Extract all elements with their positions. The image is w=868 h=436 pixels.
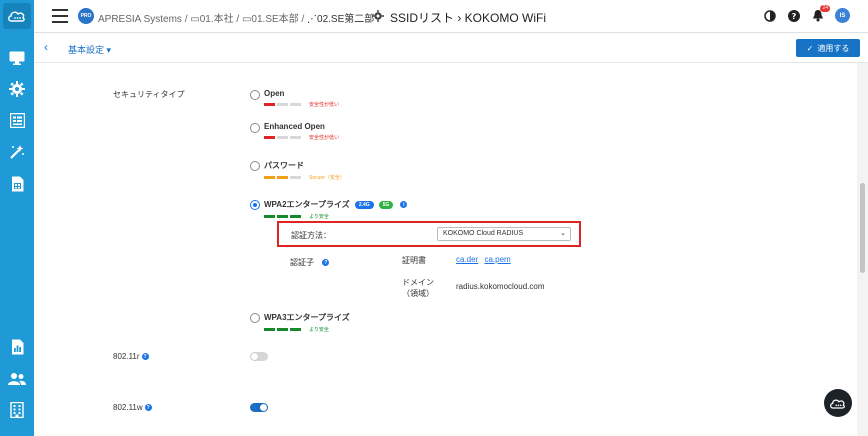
cert-link-pem[interactable]: ca.pem bbox=[484, 255, 510, 264]
security-option-open[interactable]: Open 安全性が低い bbox=[250, 89, 339, 108]
sidebar bbox=[0, 0, 34, 436]
strength-meter: 安全性が低い bbox=[264, 101, 339, 108]
back-chevron-icon[interactable]: ‹ bbox=[44, 41, 56, 53]
domain-value: radius.kokomocloud.com bbox=[456, 282, 545, 291]
option-label: Enhanced Open bbox=[264, 122, 325, 131]
app-logo-icon[interactable] bbox=[3, 3, 31, 29]
option-label: WPA2エンタープライズ 2.4G 5G i bbox=[264, 199, 408, 210]
sim-card-icon[interactable] bbox=[7, 174, 27, 194]
security-option-wpa2-enterprise[interactable]: WPA2エンタープライズ 2.4G 5G i より安全 bbox=[250, 199, 408, 220]
top-header: PRO APRESIA Systems / ▭01.本社 / ▭01.SE本部 … bbox=[34, 0, 868, 33]
network-icon: ⋰ bbox=[307, 14, 318, 25]
folder-icon: ▭ bbox=[241, 14, 252, 25]
svg-text:?: ? bbox=[792, 12, 797, 21]
magic-wand-icon[interactable] bbox=[7, 142, 27, 162]
security-option-enhanced-open[interactable]: Enhanced Open 安全性が低い bbox=[250, 122, 339, 141]
hamburger-menu-icon[interactable] bbox=[52, 9, 68, 23]
gear-icon[interactable] bbox=[7, 79, 27, 99]
breadcrumb: APRESIA Systems / ▭01.本社 / ▭01.SE本部 / ⋰0… bbox=[98, 14, 375, 25]
auth-method-highlight: 認証方法： KOKOMO Cloud RADIUS ⌄ bbox=[277, 221, 581, 247]
dot11w-label: 802.11w? bbox=[113, 403, 152, 412]
pro-badge: PRO bbox=[78, 8, 94, 24]
help-icon[interactable]: ? bbox=[787, 9, 801, 23]
security-option-wpa3-enterprise[interactable]: WPA3エンタープライズ より安全 bbox=[250, 312, 350, 333]
breadcrumb-org[interactable]: APRESIA Systems bbox=[98, 14, 182, 25]
theme-toggle-icon[interactable] bbox=[763, 9, 777, 23]
help-icon[interactable]: ? bbox=[144, 404, 152, 412]
auth-method-select[interactable]: KOKOMO Cloud RADIUS ⌄ bbox=[437, 227, 571, 241]
main-content: セキュリティタイプ Open 安全性が低い Enhanced Open 安全性が… bbox=[34, 63, 857, 436]
domain-label: ドメイン （領域） bbox=[402, 278, 434, 298]
strength-meter: より安全 bbox=[264, 326, 350, 333]
option-label: WPA3エンタープライズ bbox=[264, 313, 350, 322]
radio-password[interactable] bbox=[250, 161, 260, 171]
radio-open[interactable] bbox=[250, 90, 260, 100]
radio-enhanced-open[interactable] bbox=[250, 123, 260, 133]
band-tag-2-4g: 2.4G bbox=[354, 200, 374, 209]
users-icon[interactable] bbox=[7, 369, 27, 389]
strength-meter: 安全性が低い bbox=[264, 134, 339, 141]
apply-button-label: 適用する bbox=[817, 43, 850, 53]
list-document-icon[interactable] bbox=[7, 110, 27, 130]
security-option-password[interactable]: パスワード Secure（安全） bbox=[250, 160, 345, 181]
dot11r-label: 802.11r? bbox=[113, 352, 149, 361]
breadcrumb-site1[interactable]: 01.本社 bbox=[200, 14, 234, 25]
help-icon[interactable]: ? bbox=[322, 259, 330, 267]
dot11w-toggle[interactable] bbox=[250, 403, 268, 412]
page-title: SSIDリスト › KOKOMO WiFi bbox=[372, 9, 546, 26]
building-icon[interactable] bbox=[7, 400, 27, 420]
strength-meter: より安全 bbox=[264, 213, 407, 220]
strength-meter: Secure（安全） bbox=[264, 174, 345, 181]
chevron-down-icon: ⌄ bbox=[560, 230, 566, 237]
avatar[interactable]: IS bbox=[835, 8, 850, 23]
vertical-scrollbar[interactable] bbox=[857, 63, 868, 436]
apply-button[interactable]: ✓ 適用する bbox=[796, 39, 860, 57]
band-tag-5g: 5G bbox=[378, 200, 394, 209]
folder-icon: ▭ bbox=[190, 14, 200, 25]
page-title-text: SSIDリスト › KOKOMO WiFi bbox=[390, 11, 547, 25]
certificate-links: ca.der ca.pem bbox=[456, 255, 511, 264]
option-label: Open bbox=[264, 89, 285, 98]
option-label: パスワード bbox=[264, 161, 304, 170]
certificate-label: 証明書 bbox=[402, 256, 426, 265]
section-dropdown[interactable]: 基本設定 ▾ bbox=[68, 43, 111, 56]
info-icon[interactable]: i bbox=[400, 201, 408, 208]
scrollbar-thumb[interactable] bbox=[860, 183, 865, 273]
gear-icon bbox=[372, 10, 384, 25]
header-actions: ? 24 IS bbox=[763, 4, 850, 23]
radio-wpa2-enterprise[interactable] bbox=[250, 200, 260, 210]
sub-header: ‹ 基本設定 ▾ ✓ 適用する bbox=[34, 33, 868, 63]
dot11r-toggle[interactable] bbox=[250, 352, 268, 361]
chat-icon bbox=[830, 399, 845, 409]
auth-method-label: 認証方法： bbox=[291, 231, 331, 240]
security-type-label: セキュリティタイプ bbox=[113, 90, 185, 99]
breadcrumb-site2[interactable]: 01.SE本部 bbox=[251, 14, 298, 25]
help-icon[interactable]: ? bbox=[141, 353, 149, 361]
cert-link-der[interactable]: ca.der bbox=[456, 255, 478, 264]
monitor-icon[interactable] bbox=[7, 48, 27, 68]
report-chart-icon[interactable] bbox=[7, 337, 27, 357]
chat-support-button[interactable] bbox=[824, 389, 852, 417]
radio-wpa3-enterprise[interactable] bbox=[250, 313, 260, 323]
breadcrumb-group[interactable]: 02.SE第二部 bbox=[317, 14, 374, 25]
check-icon: ✓ bbox=[806, 43, 814, 53]
notification-count: 24 bbox=[820, 4, 830, 12]
authenticator-label: 認証子 ? bbox=[290, 258, 330, 267]
bell-icon[interactable]: 24 bbox=[811, 4, 830, 23]
